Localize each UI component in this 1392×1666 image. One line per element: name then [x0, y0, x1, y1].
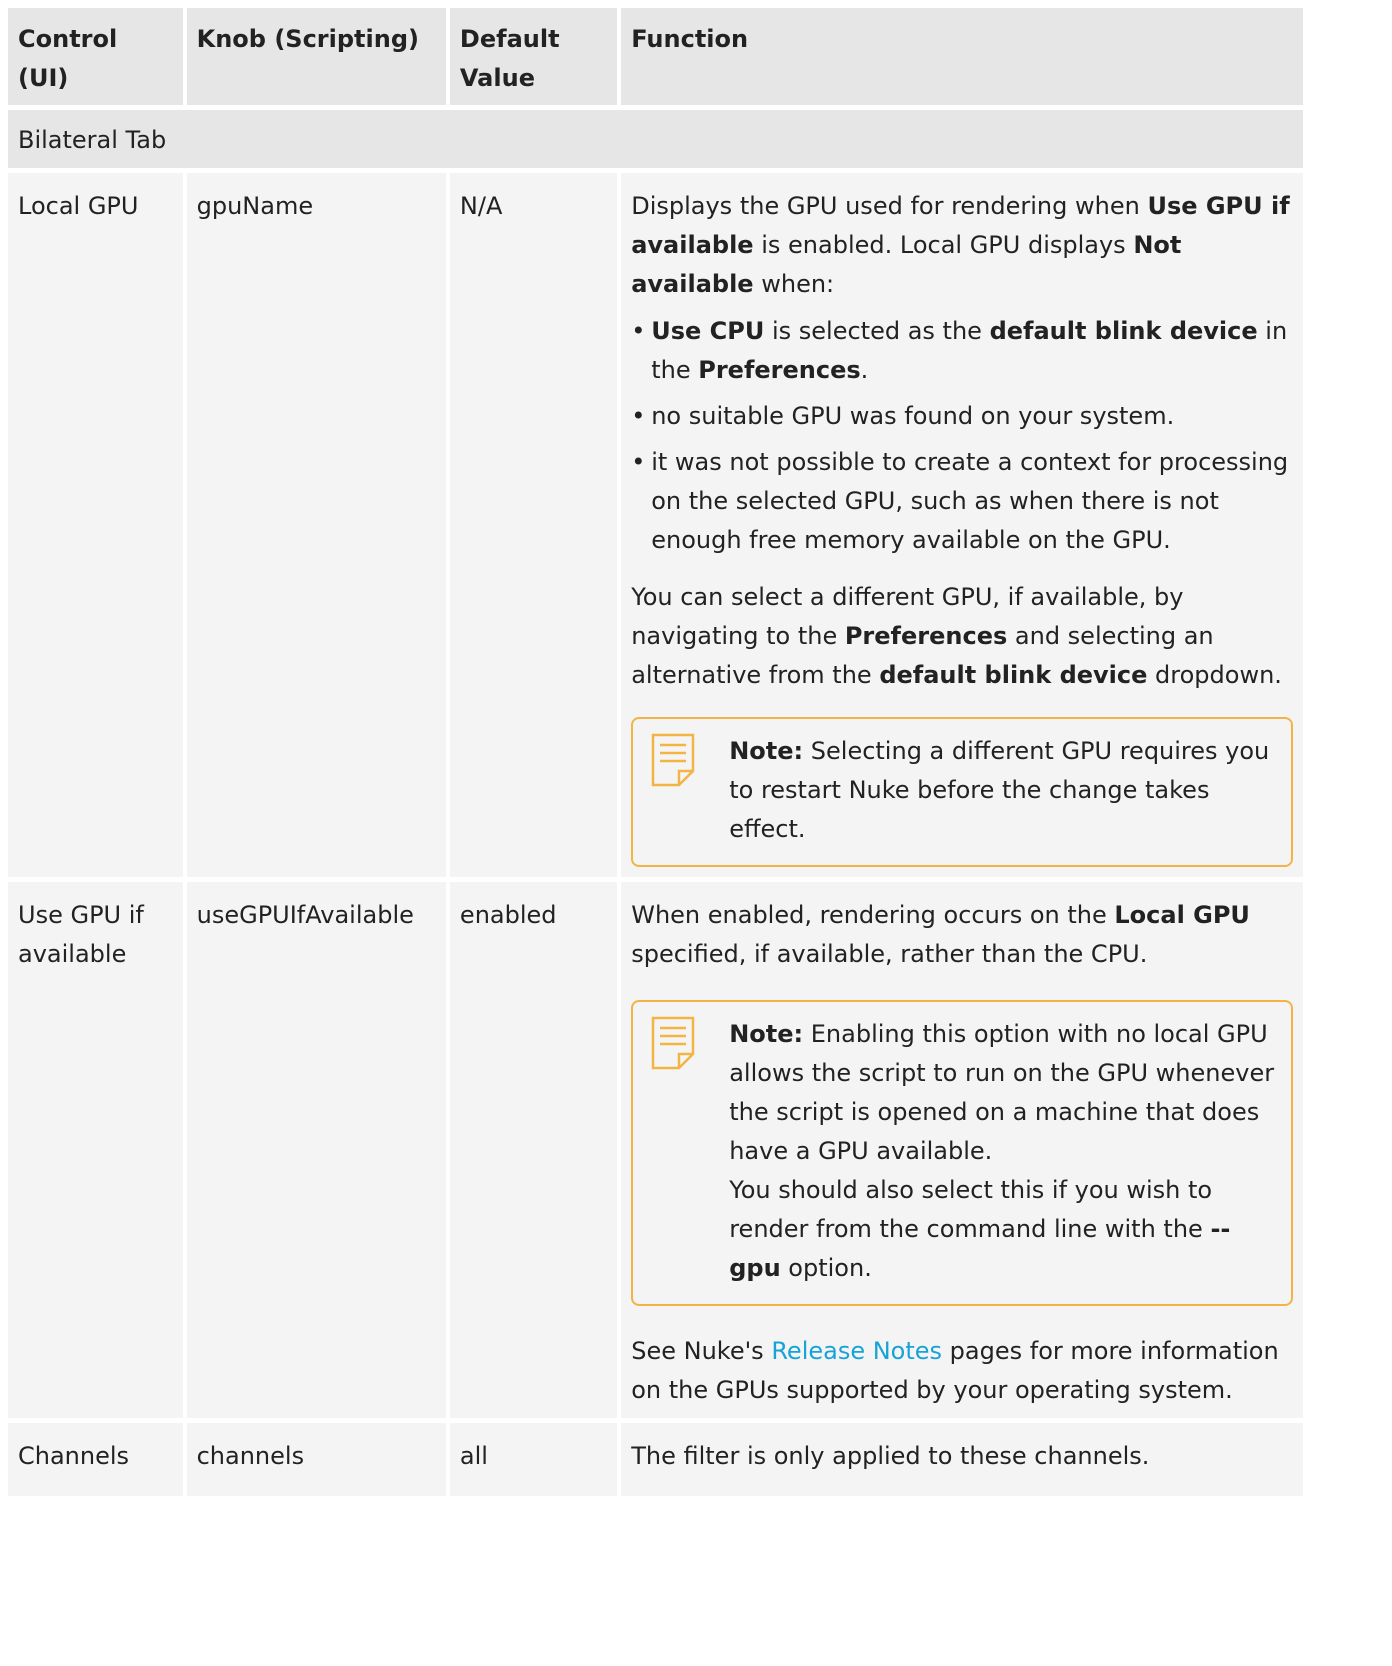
cell-default: all: [449, 1423, 618, 1496]
parameters-table: Control (UI) Knob (Scripting) Default Va…: [4, 8, 1307, 1496]
header-default: Default Value: [449, 8, 618, 105]
header-function: Function: [621, 8, 1303, 105]
header-control: Control (UI): [8, 8, 183, 105]
cell-knob: gpuName: [186, 173, 446, 877]
table-row: Channels channels all The filter is only…: [8, 1423, 1303, 1496]
cell-function: When enabled, rendering occurs on the Lo…: [621, 882, 1303, 1418]
cell-control: Local GPU: [8, 173, 183, 877]
note-text: Note: Selecting a different GPU requires…: [729, 737, 1270, 843]
table-row: Local GPU gpuName N/A Displays the GPU u…: [8, 173, 1303, 877]
cell-default: enabled: [449, 882, 618, 1418]
note-text: You should also select this if you wish …: [729, 1176, 1231, 1282]
release-notes-link[interactable]: Release Notes: [771, 1337, 942, 1365]
table-row: Use GPU if available useGPUIfAvailable e…: [8, 882, 1303, 1418]
cell-function: The filter is only applied to these chan…: [621, 1423, 1303, 1496]
list-item: Use CPU is selected as the default blink…: [631, 312, 1293, 390]
page: Control (UI) Knob (Scripting) Default Va…: [0, 0, 1392, 1666]
function-paragraph: You can select a different GPU, if avail…: [631, 583, 1282, 689]
table-header-row: Control (UI) Knob (Scripting) Default Va…: [8, 8, 1303, 105]
list-item: it was not possible to create a context …: [631, 443, 1293, 560]
cell-default: N/A: [449, 173, 618, 877]
note-box: Note: Enabling this option with no local…: [631, 1000, 1293, 1306]
function-paragraph: Displays the GPU used for rendering when…: [631, 192, 1290, 298]
function-paragraph: When enabled, rendering occurs on the Lo…: [631, 901, 1250, 968]
cell-function: Displays the GPU used for rendering when…: [621, 173, 1303, 877]
section-row: Bilateral Tab: [8, 110, 1303, 168]
section-label: Bilateral Tab: [8, 110, 1303, 168]
note-icon: [651, 1016, 695, 1070]
cell-knob: channels: [186, 1423, 446, 1496]
cell-control: Use GPU if available: [8, 882, 183, 1418]
cell-knob: useGPUIfAvailable: [186, 882, 446, 1418]
note-box: Note: Selecting a different GPU requires…: [631, 717, 1293, 867]
header-knob: Knob (Scripting): [186, 8, 446, 105]
list-item: no suitable GPU was found on your system…: [631, 397, 1293, 436]
cell-control: Channels: [8, 1423, 183, 1496]
function-paragraph: See Nuke's Release Notes pages for more …: [631, 1337, 1279, 1404]
note-icon: [651, 733, 695, 787]
condition-list: Use CPU is selected as the default blink…: [631, 312, 1293, 560]
note-text: Note: Enabling this option with no local…: [729, 1020, 1275, 1165]
